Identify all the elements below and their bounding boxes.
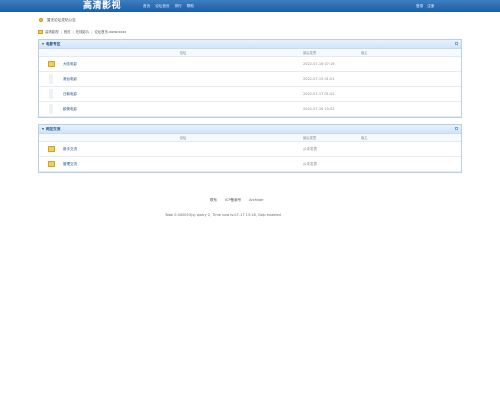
- forum-icon: [49, 89, 53, 99]
- forum-section-community: 网友交流 论坛 最后发表 版主 新手交流 从未发表 管理交流 从未发表: [38, 124, 462, 173]
- section-title: 网友交流: [46, 126, 61, 131]
- column-forum: 论坛: [179, 51, 187, 55]
- footer-link-archiver[interactable]: Archiver: [249, 198, 264, 203]
- collapse-icon[interactable]: [455, 42, 458, 45]
- column-last-post: 最后发表: [303, 136, 317, 140]
- column-last-post: 最后发表: [303, 51, 317, 55]
- top-header-bar: 高清影视 首页 论坛首页 排行 帮助 登录 注册: [0, 0, 500, 12]
- nav-item-help[interactable]: 帮助: [187, 4, 194, 9]
- collapse-icon[interactable]: [455, 127, 458, 130]
- user-links: 登录 注册: [416, 0, 434, 12]
- column-moderator: 版主: [361, 136, 368, 140]
- nav-item-home[interactable]: 首页: [143, 4, 150, 9]
- breadcrumb: 高清影视 | 首页 | 在线影片 | 论坛首页-www.xxxx: [38, 28, 462, 35]
- forum-row[interactable]: 管理交流 从未发表: [39, 157, 461, 172]
- last-post-time: 2022-07-16 15:02: [303, 107, 335, 111]
- last-post-time: 2022-07-17 01:02: [303, 92, 335, 96]
- section-title: 电影专区: [46, 41, 61, 46]
- footer-link-icp[interactable]: ICP备案号: [225, 198, 241, 203]
- top-nav: 首页 论坛首页 排行 帮助: [143, 0, 194, 12]
- footer-runtime-info: Total 0.000053(s) query 2, Time now is:0…: [165, 213, 281, 217]
- breadcrumb-separator: |: [91, 29, 93, 34]
- breadcrumb-separator: |: [72, 29, 74, 34]
- section-header[interactable]: 网友交流: [39, 125, 461, 134]
- column-moderator: 版主: [361, 51, 368, 55]
- forum-row[interactable]: 日韩电影 2022-07-17 01:02: [39, 87, 461, 102]
- breadcrumb-item[interactable]: 在线影片: [76, 29, 90, 34]
- forum-name[interactable]: 日韩电影: [63, 92, 303, 97]
- forum-name[interactable]: 管理交流: [63, 162, 303, 167]
- last-post-time: 从未发表: [303, 146, 317, 151]
- folder-icon: [47, 161, 55, 167]
- column-header-row: 论坛 最后发表 版主: [39, 134, 461, 142]
- column-header-row: 论坛 最后发表 版主: [39, 49, 461, 57]
- forum-name[interactable]: 大陆电影: [63, 62, 303, 67]
- footer-link-contact[interactable]: 联系: [210, 198, 217, 203]
- section-header[interactable]: 电影专区: [39, 40, 461, 49]
- triangle-icon: [42, 43, 44, 45]
- column-forum: 论坛: [179, 136, 187, 140]
- notice-text[interactable]: 暂无论坛发帖公告: [47, 18, 76, 23]
- forum-row[interactable]: 大陆电影 2022-07-16 07:16: [39, 57, 461, 72]
- folder-icon: [47, 146, 55, 152]
- breadcrumb-separator: |: [60, 29, 62, 34]
- breadcrumb-item[interactable]: 论坛首页-www.xxxx: [94, 29, 126, 34]
- site-logo[interactable]: 高清影视: [83, 0, 121, 12]
- triangle-icon: [42, 128, 44, 130]
- nav-item-ranking[interactable]: 排行: [175, 4, 182, 9]
- forum-row[interactable]: 新手交流 从未发表: [39, 142, 461, 157]
- bell-icon: [39, 18, 43, 22]
- breadcrumb-item[interactable]: 高清影视: [45, 29, 59, 34]
- footer-links: 联系 ICP备案号 Archiver: [210, 198, 264, 203]
- folder-icon: [47, 61, 55, 67]
- forum-row[interactable]: 欧美电影 2022-07-16 15:02: [39, 102, 461, 117]
- forum-icon: [49, 104, 53, 114]
- breadcrumb-item[interactable]: 首页: [64, 29, 71, 34]
- nav-item-forum[interactable]: 论坛首页: [155, 4, 169, 9]
- forum-name[interactable]: 港台电影: [63, 77, 303, 82]
- last-post-time: 2022-07-19 01:01: [303, 77, 335, 81]
- login-link[interactable]: 登录: [416, 4, 423, 9]
- forum-section-movies: 电影专区 论坛 最后发表 版主 大陆电影 2022-07-16 07:16 港台…: [38, 39, 462, 118]
- forum-icon: [49, 74, 53, 84]
- forum-name[interactable]: 欧美电影: [63, 107, 303, 112]
- register-link[interactable]: 注册: [427, 4, 434, 9]
- last-post-time: 从未发表: [303, 161, 317, 166]
- forum-name[interactable]: 新手交流: [63, 147, 303, 152]
- notice-bar: 暂无论坛发帖公告: [39, 17, 76, 23]
- forum-row[interactable]: 港台电影 2022-07-19 01:01: [39, 72, 461, 87]
- home-folder-icon: [38, 29, 43, 34]
- last-post-time: 2022-07-16 07:16: [303, 62, 335, 66]
